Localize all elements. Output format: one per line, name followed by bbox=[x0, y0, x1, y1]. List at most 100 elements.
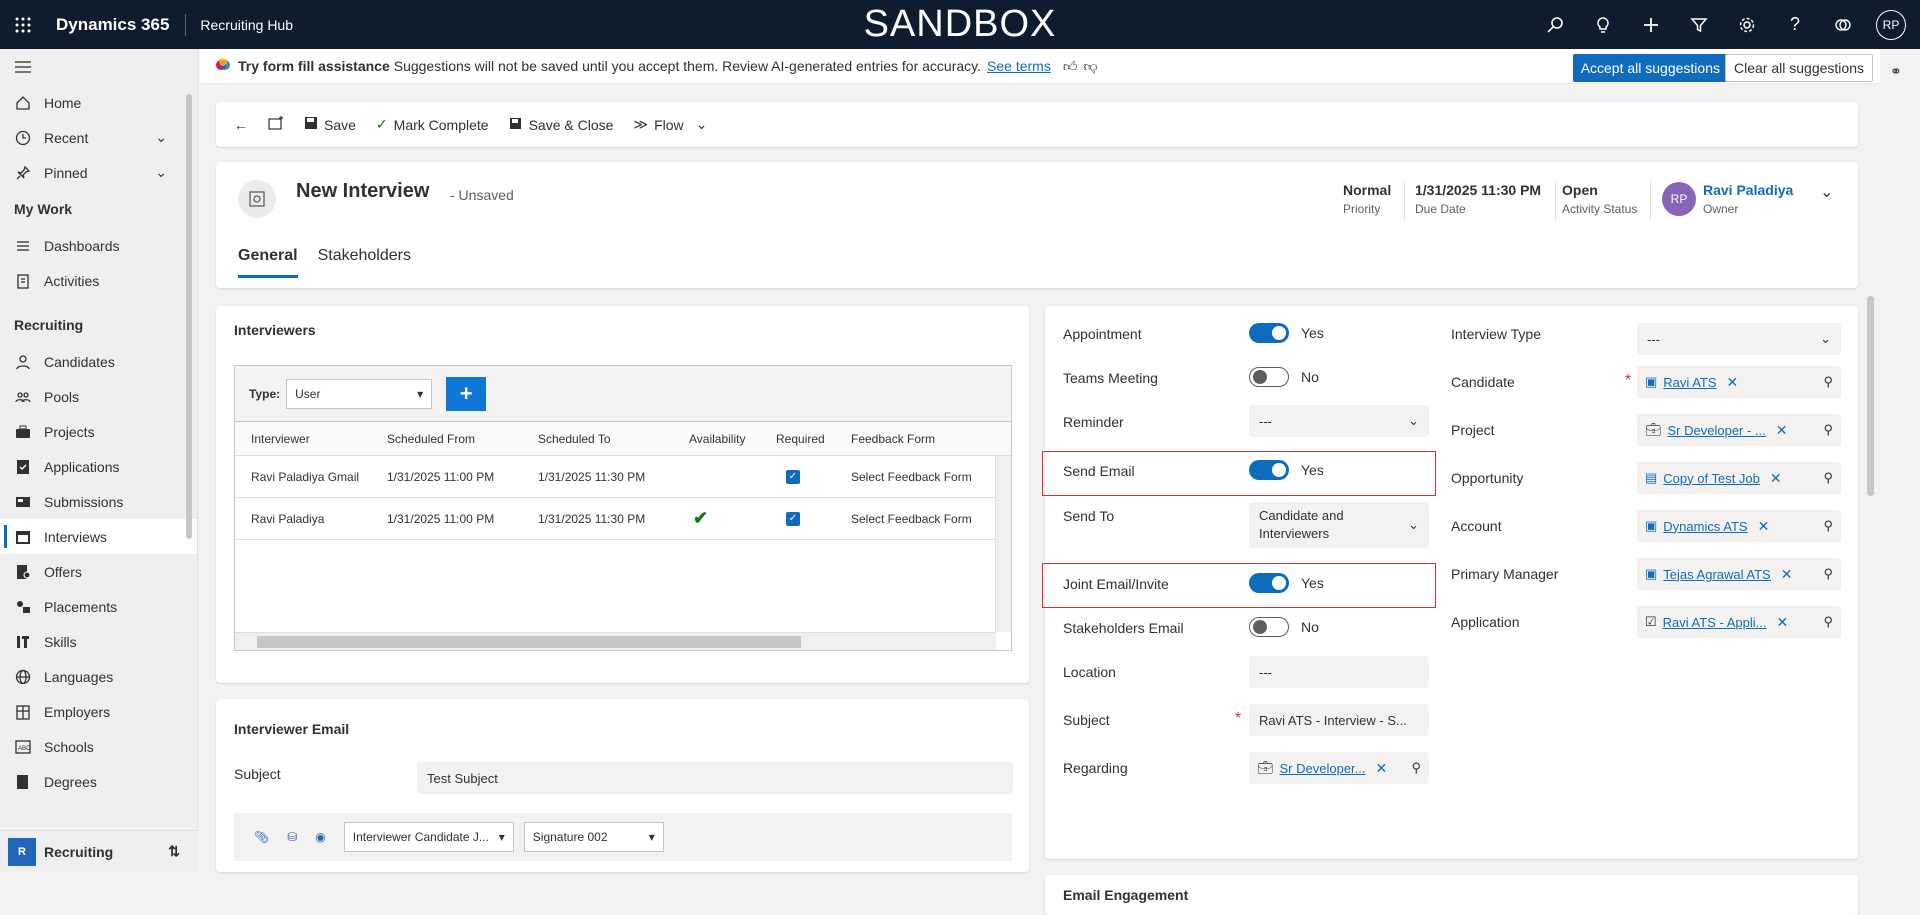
opportunity-link[interactable]: Copy of Test Job bbox=[1663, 471, 1760, 486]
app-launcher-icon[interactable] bbox=[0, 0, 46, 49]
mark-complete-button[interactable]: ✓ Mark Complete bbox=[366, 107, 499, 143]
chevron-down-icon[interactable]: ⌄ bbox=[155, 164, 167, 181]
main-scrollbar[interactable] bbox=[1867, 296, 1874, 496]
column-header[interactable]: Feedback Form bbox=[851, 432, 991, 446]
search-icon[interactable]: ⚲ bbox=[1823, 566, 1833, 582]
sidebar-item-projects[interactable]: Projects bbox=[0, 414, 197, 449]
thumbs-up-icon[interactable]: 👍︎ bbox=[1063, 58, 1078, 75]
sidebar-item-home[interactable]: Home bbox=[0, 85, 197, 120]
due-date-field[interactable]: 1/31/2025 11:30 PM Due Date bbox=[1415, 182, 1541, 216]
sidebar-item-interviews[interactable]: Interviews bbox=[0, 519, 197, 554]
subject-input[interactable]: Ravi ATS - Interview - S... bbox=[1249, 704, 1429, 736]
search-icon[interactable]: ⚲ bbox=[1823, 374, 1833, 390]
save-button[interactable]: Save bbox=[294, 107, 366, 143]
remove-icon[interactable]: ✕ bbox=[1781, 566, 1793, 583]
search-icon[interactable]: ⚲ bbox=[1411, 760, 1421, 776]
sidebar-item-degrees[interactable]: Degrees bbox=[0, 764, 197, 799]
signature-select[interactable]: Signature 002 ▾ bbox=[523, 822, 664, 852]
sidebar-item-applications[interactable]: Applications bbox=[0, 449, 197, 484]
thumbs-down-icon[interactable]: 👎︎ bbox=[1083, 58, 1097, 75]
sidebar-item-languages[interactable]: Languages bbox=[0, 659, 197, 694]
primary-manager-lookup[interactable]: ▣ Tejas Agrawal ATS ✕ ⚲ bbox=[1637, 558, 1841, 590]
remove-icon[interactable]: ✕ bbox=[1776, 422, 1788, 439]
search-icon[interactable]: ⚲ bbox=[1823, 470, 1833, 486]
required-checkbox[interactable]: ✓ bbox=[786, 511, 800, 526]
open-new-window-button[interactable] bbox=[258, 107, 294, 143]
sidebar-item-employers[interactable]: Employers bbox=[0, 694, 197, 729]
clear-all-suggestions-button[interactable]: Clear all suggestions bbox=[1725, 54, 1873, 82]
candidate-link[interactable]: Ravi ATS bbox=[1663, 375, 1716, 390]
application-lookup[interactable]: ☑ Ravi ATS - Appli... ✕ ⚲ bbox=[1637, 606, 1841, 638]
regarding-lookup[interactable]: 💼︎ Sr Developer... ✕ ⚲ bbox=[1249, 752, 1429, 784]
project-link[interactable]: Sr Developer - ... bbox=[1668, 423, 1766, 438]
send-to-select[interactable]: Candidate and Interviewers ⌄ bbox=[1249, 502, 1429, 548]
sidebar-item-activities[interactable]: Activities bbox=[0, 263, 197, 298]
account-link[interactable]: Dynamics ATS bbox=[1663, 519, 1747, 534]
primary-manager-link[interactable]: Tejas Agrawal ATS bbox=[1663, 567, 1770, 582]
email-template-select[interactable]: Interviewer Candidate J... ▾ bbox=[343, 822, 514, 852]
see-terms-link[interactable]: See terms bbox=[987, 58, 1051, 74]
copilot-icon[interactable]: ⚭ bbox=[1890, 63, 1902, 80]
table-row[interactable]: Ravi Paladiya Gmail 1/31/2025 11:00 PM 1… bbox=[235, 456, 1011, 498]
activity-status-field[interactable]: Open Activity Status bbox=[1562, 182, 1637, 216]
sidebar-item-pinned[interactable]: Pinned ⌄ bbox=[0, 155, 197, 190]
joint-email-toggle[interactable] bbox=[1249, 573, 1289, 593]
type-select[interactable]: User ▾ bbox=[286, 378, 433, 409]
grid-vertical-scrollbar[interactable] bbox=[995, 456, 1011, 632]
owner-field[interactable]: Ravi Paladiya Owner bbox=[1703, 182, 1793, 216]
help-icon[interactable]: ? bbox=[1774, 5, 1816, 45]
appointment-toggle[interactable] bbox=[1249, 323, 1289, 343]
plus-icon[interactable] bbox=[1630, 5, 1672, 45]
remove-icon[interactable]: ✕ bbox=[1776, 614, 1788, 631]
teams-meeting-toggle[interactable] bbox=[1249, 367, 1289, 387]
table-row[interactable]: Ravi Paladiya 1/31/2025 11:00 PM 1/31/20… bbox=[235, 498, 1011, 540]
accept-all-suggestions-button[interactable]: Accept all suggestions bbox=[1572, 54, 1728, 82]
paperclip-icon[interactable]: 📎︎ bbox=[254, 830, 269, 844]
tab-general[interactable]: General bbox=[238, 247, 298, 278]
candidate-lookup[interactable]: ▣ Ravi ATS ✕ ⚲ bbox=[1637, 366, 1841, 398]
opportunity-lookup[interactable]: ▤ Copy of Test Job ✕ ⚲ bbox=[1637, 462, 1841, 494]
app-name[interactable]: Recruiting Hub bbox=[186, 17, 293, 33]
column-header[interactable]: Scheduled To bbox=[538, 432, 689, 446]
copilot-icon[interactable] bbox=[1822, 5, 1864, 45]
account-lookup[interactable]: ▣ Dynamics ATS ✕ ⚲ bbox=[1637, 510, 1841, 542]
lightbulb-icon[interactable] bbox=[1582, 5, 1624, 45]
save-close-button[interactable]: Save & Close bbox=[499, 107, 624, 143]
sidebar-item-schools[interactable]: ABC Schools bbox=[0, 729, 197, 764]
column-header[interactable]: Scheduled From bbox=[387, 432, 538, 446]
back-button[interactable]: ← bbox=[224, 107, 258, 143]
hamburger-menu[interactable] bbox=[0, 49, 197, 85]
sidebar-item-dashboards[interactable]: Dashboards bbox=[0, 228, 197, 263]
sidebar-item-submissions[interactable]: Submissions bbox=[0, 484, 197, 519]
header-expand-chevron-icon[interactable]: ⌄ bbox=[1820, 182, 1833, 202]
area-switcher[interactable]: R Recruiting ⇅ bbox=[0, 830, 198, 872]
column-header[interactable]: Interviewer bbox=[235, 432, 387, 446]
required-checkbox[interactable]: ✓ bbox=[786, 469, 800, 484]
user-avatar[interactable]: RP bbox=[1876, 9, 1906, 40]
database-icon[interactable]: ⛁ bbox=[287, 830, 297, 844]
remove-icon[interactable]: ✕ bbox=[1376, 760, 1388, 777]
search-icon[interactable]: ⚲ bbox=[1823, 614, 1833, 630]
gear-icon[interactable] bbox=[1726, 5, 1768, 45]
grid-horizontal-scrollbar[interactable] bbox=[235, 632, 996, 650]
sidebar-item-pools[interactable]: Pools bbox=[0, 379, 197, 414]
hamburger-icon[interactable] bbox=[14, 58, 32, 76]
chevron-down-icon[interactable]: ⌄ bbox=[155, 129, 167, 146]
sidebar-item-placements[interactable]: Placements bbox=[0, 589, 197, 624]
feedback-form-cell[interactable]: Select Feedback Form bbox=[851, 512, 991, 526]
owner-name[interactable]: Ravi Paladiya bbox=[1703, 182, 1793, 198]
reminder-select[interactable]: --- ⌄ bbox=[1249, 405, 1429, 437]
regarding-link[interactable]: Sr Developer... bbox=[1280, 761, 1366, 776]
sidebar-item-offers[interactable]: Offers bbox=[0, 554, 197, 589]
send-email-toggle[interactable] bbox=[1249, 460, 1289, 480]
application-link[interactable]: Ravi ATS - Appli... bbox=[1663, 615, 1767, 630]
column-header[interactable]: Availability bbox=[689, 432, 776, 446]
scroll-thumb[interactable] bbox=[257, 636, 801, 648]
priority-field[interactable]: Normal Priority bbox=[1343, 182, 1391, 216]
column-header[interactable]: Required bbox=[776, 432, 851, 446]
tab-stakeholders[interactable]: Stakeholders bbox=[318, 247, 411, 278]
eye-icon[interactable]: ◉ bbox=[315, 830, 325, 844]
remove-icon[interactable]: ✕ bbox=[1727, 374, 1739, 391]
location-input[interactable]: --- bbox=[1249, 656, 1429, 688]
remove-icon[interactable]: ✕ bbox=[1770, 470, 1782, 487]
